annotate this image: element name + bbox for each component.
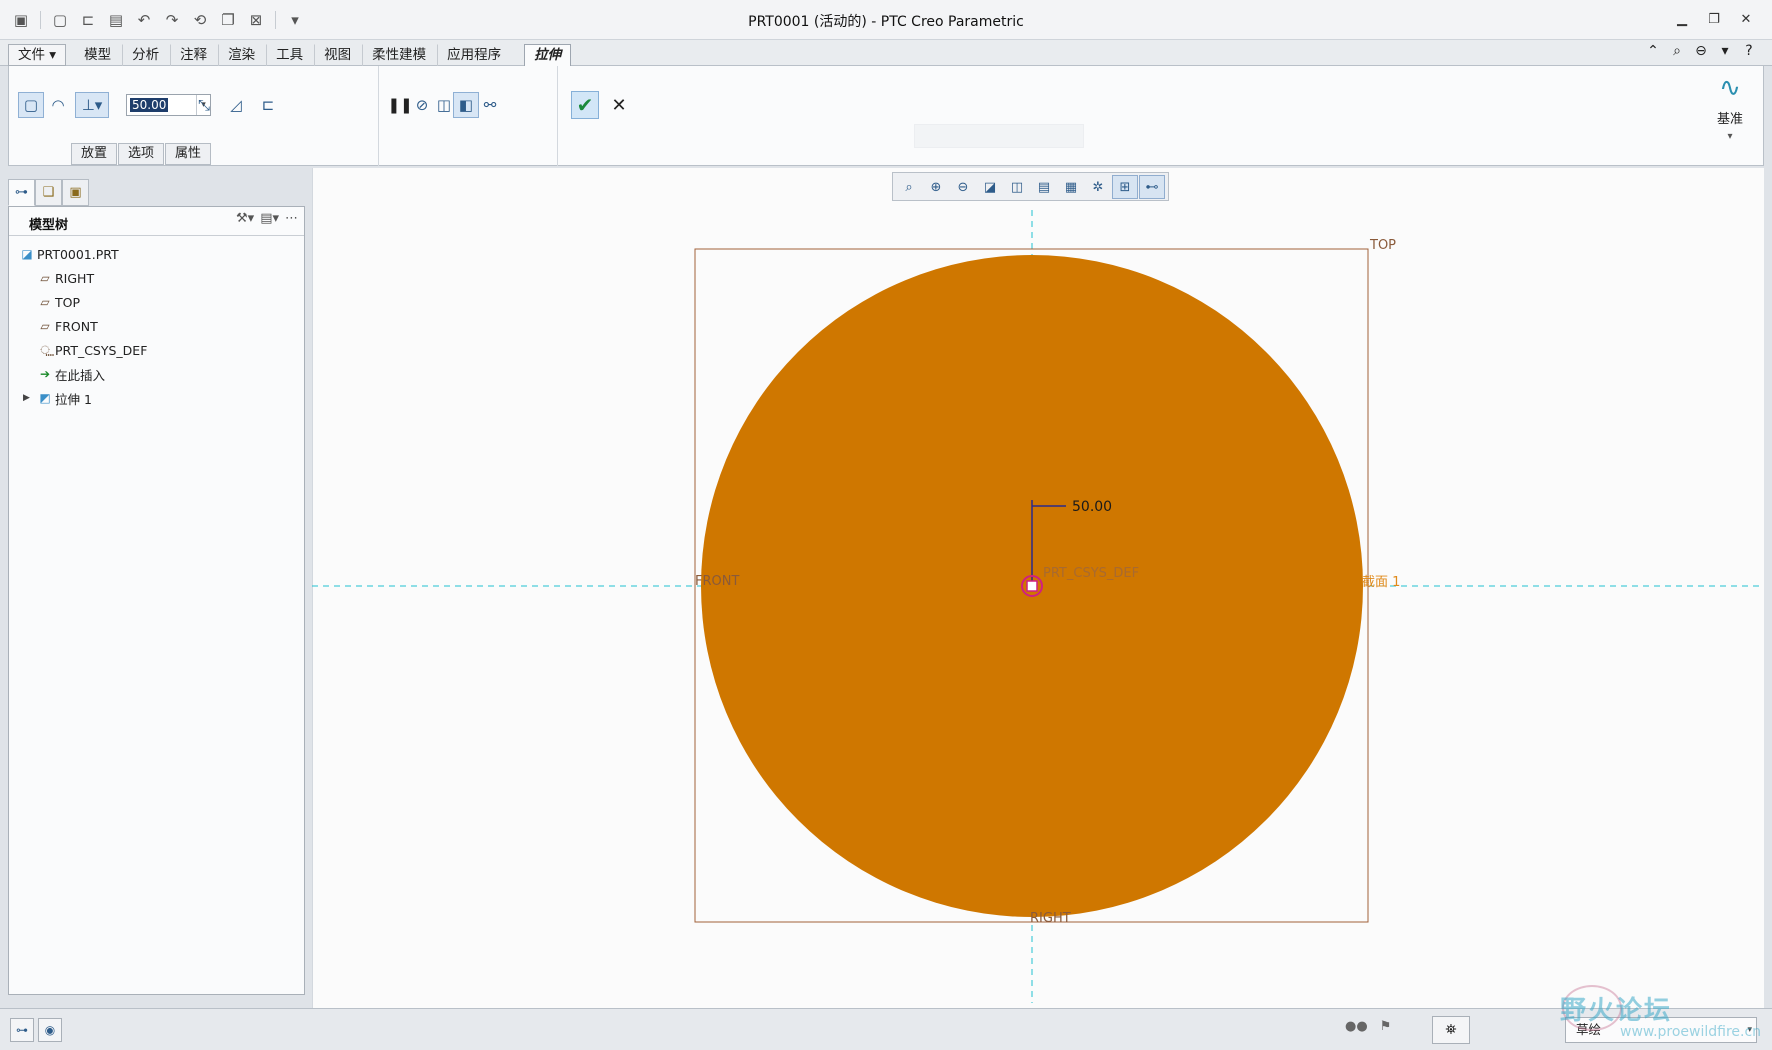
show-browser-icon[interactable]: ◉ bbox=[38, 1018, 62, 1042]
model-canvas: 50.00 TOP FRONT RIGHT PRT_CSYS_DEF 截面 1 bbox=[312, 210, 1764, 1003]
section-label: 截面 1 bbox=[1362, 575, 1400, 590]
saved-orientations-icon[interactable]: ▤ bbox=[1031, 175, 1057, 199]
status-bar-left: ⊶ ◉ bbox=[10, 1018, 62, 1042]
spin-center-icon[interactable]: ⊷ bbox=[1139, 175, 1165, 199]
find-binoculars-icon[interactable]: ⛯ bbox=[1432, 1016, 1470, 1044]
zoom-out-icon[interactable]: ⊖ bbox=[950, 175, 976, 199]
drag-handle[interactable] bbox=[1026, 580, 1038, 592]
annotation-display-icon[interactable]: ⊞ bbox=[1112, 175, 1138, 199]
right-plane-label: RIGHT bbox=[1030, 911, 1071, 926]
csys-label: PRT_CSYS_DEF bbox=[1043, 566, 1139, 581]
front-plane-label: FRONT bbox=[695, 574, 739, 589]
depth-dimension[interactable]: 50.00 bbox=[1072, 499, 1112, 515]
top-plane-label: TOP bbox=[1369, 238, 1396, 253]
datum-display-icon[interactable]: ✲ bbox=[1085, 175, 1111, 199]
zoom-in-icon[interactable]: ⊕ bbox=[923, 175, 949, 199]
view-manager-icon[interactable]: ▦ bbox=[1058, 175, 1084, 199]
watermark-text: 野火论坛 bbox=[1560, 996, 1673, 1026]
in-graphics-toolbar: ⌕ ⊕ ⊖ ◪ ◫ ▤ ▦ ✲ ⊞ ⊷ bbox=[892, 172, 1169, 201]
display-style-icon[interactable]: ◫ bbox=[1004, 175, 1030, 199]
status-indicators: ●● ⚑ bbox=[1345, 1019, 1391, 1034]
status-bar: ⊶ ◉ ●● ⚑ ⛯ 草绘 ▾ bbox=[0, 1008, 1772, 1050]
regen-status-icon: ●● bbox=[1345, 1019, 1368, 1034]
flag-icon[interactable]: ⚑ bbox=[1380, 1019, 1392, 1034]
repaint-icon[interactable]: ◪ bbox=[977, 175, 1003, 199]
refit-icon[interactable]: ⌕ bbox=[896, 175, 922, 199]
show-navigator-icon[interactable]: ⊶ bbox=[10, 1018, 34, 1042]
watermark-url: www.proewildfire.cn bbox=[1620, 1024, 1762, 1040]
